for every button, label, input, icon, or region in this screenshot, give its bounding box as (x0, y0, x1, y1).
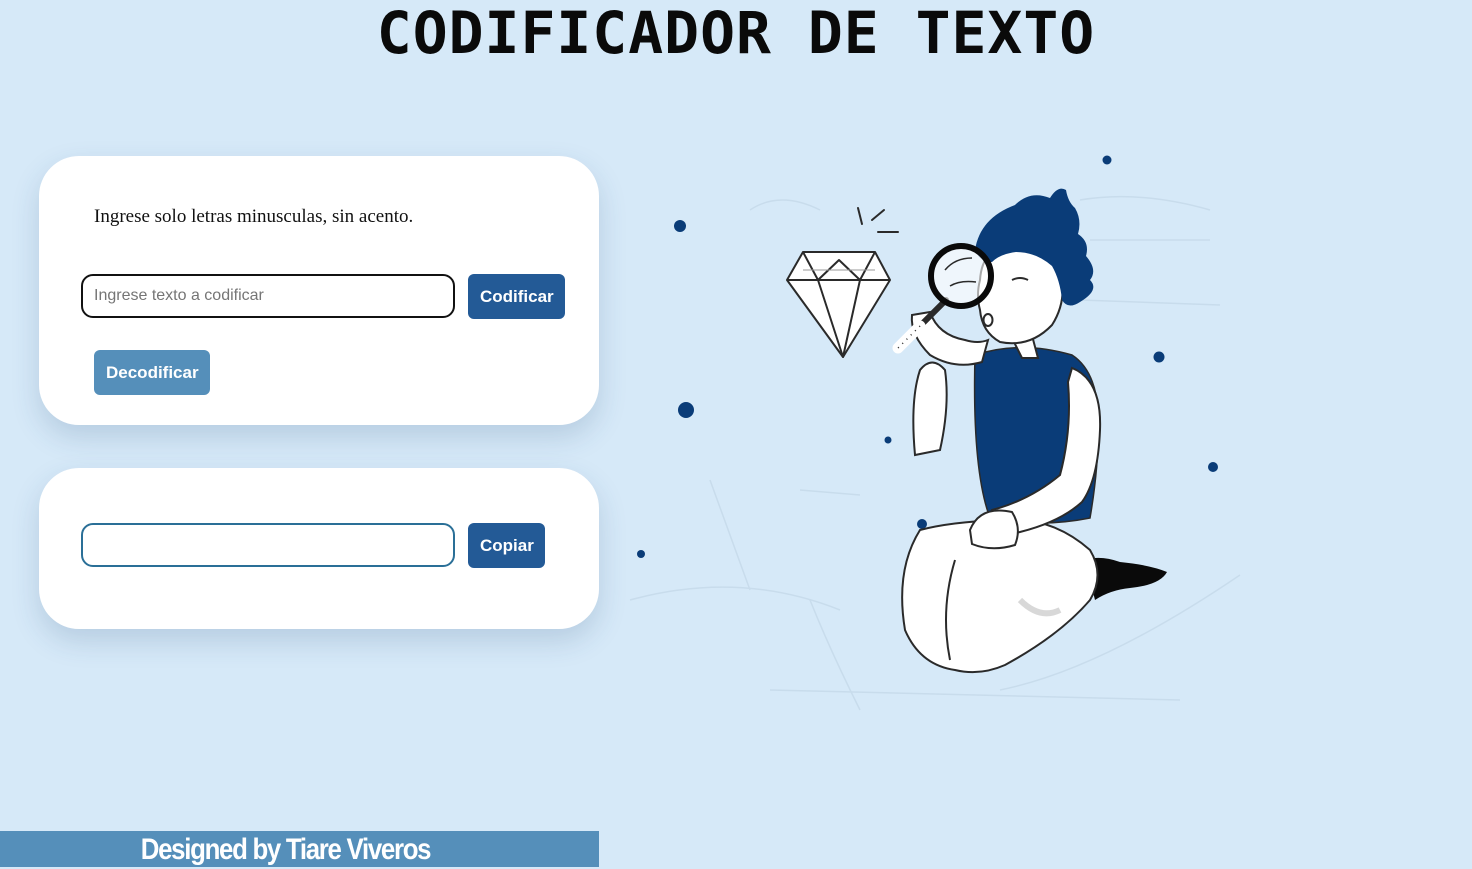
diamond-icon (786, 251, 891, 358)
encoder-card: Ingrese solo letras minusculas, sin acen… (39, 156, 599, 425)
footer-credit: Designed by Tiare Viveros (140, 833, 432, 866)
sparkle-lines (857, 207, 899, 233)
copy-button[interactable]: Copiar (468, 523, 545, 568)
footer: Designed by Tiare Viveros (0, 831, 599, 867)
person-hand-right (968, 509, 1019, 550)
encode-text-input[interactable] (81, 274, 455, 318)
page-title: CODIFICADOR DE TEXTO (376, 0, 1096, 67)
output-card: Copiar (39, 468, 599, 629)
encode-button[interactable]: Codificar (468, 274, 565, 319)
decorative-dots (637, 155, 1218, 558)
person-magnifying-diamond-illustration (629, 155, 1241, 711)
instruction-text: Ingrese solo letras minusculas, sin acen… (94, 206, 414, 227)
decode-button[interactable]: Decodificar (94, 350, 210, 395)
output-text-field[interactable] (81, 523, 455, 567)
